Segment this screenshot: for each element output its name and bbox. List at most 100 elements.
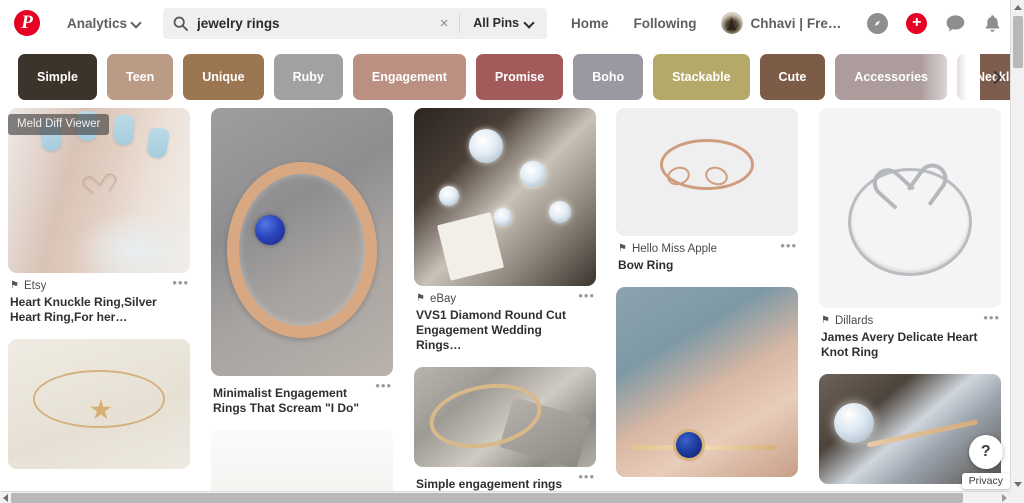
pin-meta: Simple engagement rings ••• bbox=[414, 467, 596, 492]
pin-image[interactable]: Meld Diff Viewer bbox=[8, 108, 190, 273]
pin-image[interactable] bbox=[8, 339, 190, 470]
scroll-down-arrow-icon[interactable] bbox=[1011, 477, 1024, 491]
filter-pill-boho[interactable]: Boho bbox=[573, 54, 644, 100]
filter-pill-label: Simple bbox=[37, 70, 78, 84]
scroll-right-arrow-icon[interactable] bbox=[1002, 493, 1007, 502]
pin-source-label: Etsy bbox=[23, 280, 47, 292]
pinterest-logo-icon[interactable]: P bbox=[14, 10, 40, 36]
filter-pill-ruby[interactable]: Ruby bbox=[273, 54, 343, 100]
help-icon[interactable]: ? bbox=[968, 435, 1003, 469]
pin-source-row[interactable]: ⚑ Dillards bbox=[821, 315, 999, 327]
filter-pill-unique[interactable]: Unique bbox=[183, 54, 264, 100]
pin-image[interactable] bbox=[819, 108, 1001, 308]
pin-photo-art bbox=[616, 108, 798, 236]
pin-title[interactable]: Heart Knuckle Ring,Silver Heart Ring,For… bbox=[10, 295, 170, 325]
filter-pill-label: Ruby bbox=[292, 70, 324, 84]
pin-source-row[interactable]: ⚑ Etsy bbox=[10, 280, 188, 292]
pin-grid: Meld Diff Viewer ⚑ Etsy Heart Knuckle Ring,… bbox=[0, 108, 1010, 493]
vertical-scrollbar-thumb[interactable] bbox=[1013, 16, 1023, 68]
add-icon[interactable]: + bbox=[906, 12, 928, 34]
filter-pill-simple[interactable]: Simple bbox=[18, 54, 97, 100]
user-account-menu[interactable]: Chhavi | Fre… bbox=[720, 12, 842, 34]
analytics-label: Analytics bbox=[67, 15, 128, 31]
scrollbar-corner bbox=[1010, 491, 1024, 503]
pin-source-label: Hello Miss Apple bbox=[631, 243, 717, 255]
nav-link-home[interactable]: Home bbox=[571, 16, 609, 31]
pin-column: Minimalist Engagement Rings That Scream … bbox=[211, 108, 393, 493]
pin-source-label: eBay bbox=[429, 293, 457, 305]
horizontal-scrollbar-track[interactable] bbox=[11, 492, 999, 503]
pin-meta: ⚑ Hello Miss Apple Bow Ring ••• bbox=[616, 236, 798, 273]
horizontal-scrollbar-thumb[interactable] bbox=[11, 492, 963, 503]
vertical-scrollbar[interactable] bbox=[1010, 0, 1024, 491]
filter-pill-cute[interactable]: Cute bbox=[759, 54, 826, 100]
pin-overflow-menu-icon[interactable]: ••• bbox=[172, 276, 189, 289]
chevron-right-icon bbox=[993, 70, 1001, 84]
search-bar[interactable]: × All Pins bbox=[163, 7, 548, 39]
pin-image[interactable] bbox=[414, 367, 596, 468]
pin-card[interactable]: ⚑ Hello Miss Apple Bow Ring ••• bbox=[616, 108, 798, 273]
scroll-left-arrow-icon[interactable] bbox=[3, 493, 8, 502]
notifications-icon[interactable] bbox=[984, 14, 1001, 33]
chevron-down-icon bbox=[132, 19, 141, 28]
pin-photo-art bbox=[211, 108, 393, 376]
filter-pill-promise[interactable]: Promise bbox=[475, 54, 564, 100]
avatar bbox=[720, 12, 743, 34]
user-name-label: Chhavi | Fre… bbox=[750, 15, 842, 31]
filter-pill-engagement[interactable]: Engagement bbox=[352, 54, 466, 100]
tag-icon: ⚑ bbox=[416, 293, 425, 304]
pills-next-button[interactable] bbox=[984, 54, 1010, 100]
pin-image[interactable] bbox=[211, 108, 393, 376]
pin-photo-art bbox=[616, 287, 798, 478]
clear-search-icon[interactable]: × bbox=[429, 8, 459, 39]
pin-overflow-menu-icon[interactable]: ••• bbox=[578, 289, 595, 302]
filter-pill-label: Stackable bbox=[672, 70, 731, 84]
pin-card[interactable]: Minimalist Engagement Rings That Scream … bbox=[211, 108, 393, 416]
scroll-up-arrow-icon[interactable] bbox=[1011, 0, 1024, 14]
search-scope-label: All Pins bbox=[473, 16, 520, 30]
pin-overflow-menu-icon[interactable]: ••• bbox=[780, 239, 797, 252]
pin-card[interactable]: Simple engagement rings ••• bbox=[414, 367, 596, 492]
pin-meta: Minimalist Engagement Rings That Scream … bbox=[211, 376, 393, 416]
pin-card[interactable]: ⚑ eBay VVS1 Diamond Round Cut Engagement W… bbox=[414, 108, 596, 353]
pin-meta: ⚑ Etsy Heart Knuckle Ring,Silver Heart Rin… bbox=[8, 273, 190, 325]
filter-pill-stackable[interactable]: Stackable bbox=[653, 54, 750, 100]
pin-image[interactable] bbox=[616, 108, 798, 236]
pin-image[interactable] bbox=[211, 430, 393, 493]
pin-title[interactable]: Minimalist Engagement Rings That Scream … bbox=[213, 386, 373, 416]
pin-source-row[interactable]: ⚑ Hello Miss Apple bbox=[618, 243, 796, 255]
pin-card[interactable] bbox=[211, 430, 393, 493]
chevron-down-icon bbox=[525, 19, 534, 28]
search-input[interactable] bbox=[197, 15, 430, 31]
pin-image[interactable] bbox=[616, 287, 798, 478]
messages-icon[interactable] bbox=[945, 14, 966, 33]
pin-card[interactable]: Meld Diff Viewer ⚑ Etsy Heart Knuckle Ring,… bbox=[8, 108, 190, 325]
pin-photo-art bbox=[819, 108, 1001, 308]
privacy-link[interactable]: Privacy bbox=[961, 473, 1010, 489]
filter-pill-accessories[interactable]: Accessories bbox=[835, 54, 947, 100]
pin-meta: ⚑ Dillards James Avery Delicate Heart Knot… bbox=[819, 308, 1001, 360]
pin-column: ⚑ Hello Miss Apple Bow Ring ••• bbox=[616, 108, 798, 491]
pin-overflow-menu-icon[interactable]: ••• bbox=[983, 311, 1000, 324]
pin-card[interactable]: ⚑ Dillards James Avery Delicate Heart Knot… bbox=[819, 108, 1001, 360]
search-scope-dropdown[interactable]: All Pins bbox=[460, 8, 547, 39]
horizontal-scrollbar[interactable] bbox=[0, 491, 1010, 503]
pin-image[interactable] bbox=[414, 108, 596, 286]
pin-title[interactable]: Bow Ring bbox=[618, 258, 778, 273]
compass-icon[interactable] bbox=[867, 12, 889, 34]
pin-title[interactable]: VVS1 Diamond Round Cut Engagement Weddin… bbox=[416, 308, 576, 353]
filter-pill-label: Promise bbox=[494, 70, 545, 84]
pin-column: Meld Diff Viewer ⚑ Etsy Heart Knuckle Ring,… bbox=[8, 108, 190, 483]
pin-card[interactable] bbox=[8, 339, 190, 470]
analytics-menu[interactable]: Analytics bbox=[67, 16, 141, 31]
pin-overflow-menu-icon[interactable]: ••• bbox=[375, 379, 392, 392]
pin-title[interactable]: James Avery Delicate Heart Knot Ring bbox=[821, 330, 981, 360]
pin-overflow-menu-icon[interactable]: ••• bbox=[578, 470, 595, 483]
pin-source-row[interactable]: ⚑ eBay bbox=[416, 293, 594, 305]
nav-link-following[interactable]: Following bbox=[634, 16, 697, 31]
window-tooltip: Meld Diff Viewer bbox=[8, 114, 110, 135]
tag-icon: ⚑ bbox=[10, 280, 19, 291]
filter-pill-teen[interactable]: Teen bbox=[107, 54, 174, 100]
tag-icon: ⚑ bbox=[821, 315, 830, 326]
pin-card[interactable] bbox=[616, 287, 798, 478]
